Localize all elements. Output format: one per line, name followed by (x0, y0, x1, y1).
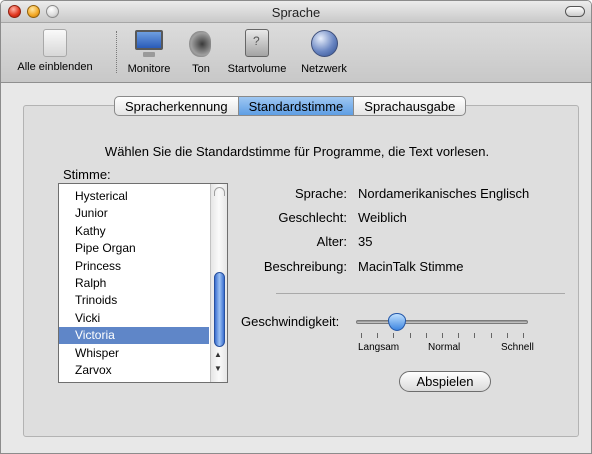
voice-list-item[interactable]: Zarvox (59, 362, 209, 379)
scrollbar-top-cap (214, 187, 225, 196)
voice-list-item[interactable]: Hysterical (59, 188, 209, 205)
voice-list-item[interactable]: Vicki (59, 310, 209, 327)
toolbar-monitors-label: Monitore (127, 63, 171, 75)
toolbar: Alle einblenden Monitore Ton ? Startvolu… (1, 23, 591, 83)
speed-tick (393, 333, 395, 338)
toolbar-network-label: Netzwerk (301, 63, 347, 75)
speed-tick (425, 333, 427, 338)
toolbar-sound-label: Ton (192, 63, 210, 75)
instruction-text: Wählen Sie die Standardstimme für Progra… (104, 144, 490, 159)
age-value: 35 (358, 234, 373, 249)
toolbar-show-all[interactable]: Alle einblenden (5, 27, 105, 73)
scroll-down-arrow-icon[interactable]: ▼ (214, 364, 222, 373)
voice-list-item[interactable]: Victoria (59, 327, 209, 345)
voice-list-item[interactable]: Trinoids (59, 292, 209, 309)
window-title: Sprache (271, 5, 321, 20)
gender-label: Geschlecht: (278, 210, 347, 225)
tab-default-voice[interactable]: Standardstimme (238, 97, 355, 115)
speed-tick (474, 333, 476, 338)
speed-tick (361, 333, 362, 338)
speed-tick (377, 333, 379, 338)
title-bar: Sprache (1, 1, 591, 23)
voice-list-item[interactable]: Ralph (59, 275, 209, 292)
voice-list-item[interactable]: Whisper (59, 345, 209, 362)
speed-label: Geschwindigkeit: (241, 314, 340, 329)
speed-slider-track[interactable] (356, 320, 528, 324)
scroll-up-arrow-icon[interactable]: ▲ (214, 350, 222, 359)
language-label: Sprache: (294, 186, 347, 201)
speed-max-label: Schnell (501, 342, 534, 353)
speed-slider-knob[interactable] (387, 313, 406, 331)
toolbar-sound[interactable]: Ton (183, 27, 219, 75)
play-button[interactable]: Abspielen (399, 371, 491, 392)
disk-icon: ? (241, 27, 273, 59)
toolbar-monitors[interactable]: Monitore (123, 27, 175, 75)
speed-tick (490, 333, 492, 338)
description-label: Beschreibung: (263, 259, 347, 274)
language-value: Nordamerikanisches Englisch (358, 186, 530, 201)
tab-bar: Spracherkennung Standardstimme Sprachaus… (114, 96, 467, 116)
voice-list-item[interactable]: Princess (59, 258, 209, 275)
speed-tick (409, 333, 411, 338)
section-divider (276, 293, 565, 294)
toolbar-separator (116, 31, 117, 73)
speed-tick (523, 333, 524, 338)
tab-spoken-output[interactable]: Sprachausgabe (354, 97, 465, 115)
toolbar-startup-disk[interactable]: ? Startvolume (223, 27, 291, 75)
speed-tick (458, 333, 460, 338)
toolbar-startup-disk-label: Startvolume (227, 63, 287, 75)
toolbar-network[interactable]: Netzwerk (297, 27, 351, 75)
voice-list-label: Stimme: (63, 167, 111, 182)
gender-value: Weiblich (358, 210, 407, 225)
voice-list-scrollbar[interactable]: ▲ ▼ (210, 184, 227, 382)
voice-list-item[interactable]: Kathy (59, 223, 209, 240)
apple-prefs-icon (43, 29, 67, 57)
description-value: MacinTalk Stimme (358, 259, 464, 274)
speed-tick (442, 333, 443, 338)
speaker-icon (185, 27, 217, 59)
globe-icon (308, 27, 340, 59)
speed-mid-label: Normal (428, 342, 461, 353)
speed-tick (506, 333, 508, 338)
preferences-window: Sprache Alle einblenden Monitore Ton ? S… (0, 0, 592, 454)
toolbar-show-all-label: Alle einblenden (17, 61, 93, 73)
voice-list-item[interactable]: Pipe Organ (59, 240, 209, 257)
scrollbar-thumb[interactable] (214, 272, 225, 347)
voice-list[interactable]: Hysterical Junior Kathy Pipe Organ Princess R… (58, 183, 228, 383)
monitor-icon (133, 27, 165, 59)
speed-min-label: Langsam (358, 342, 400, 353)
voice-list-item[interactable]: Junior (59, 205, 209, 222)
toolbar-toggle-button[interactable] (565, 6, 585, 17)
tab-speech-recognition[interactable]: Spracherkennung (115, 97, 239, 115)
age-label: Alter: (316, 234, 347, 249)
